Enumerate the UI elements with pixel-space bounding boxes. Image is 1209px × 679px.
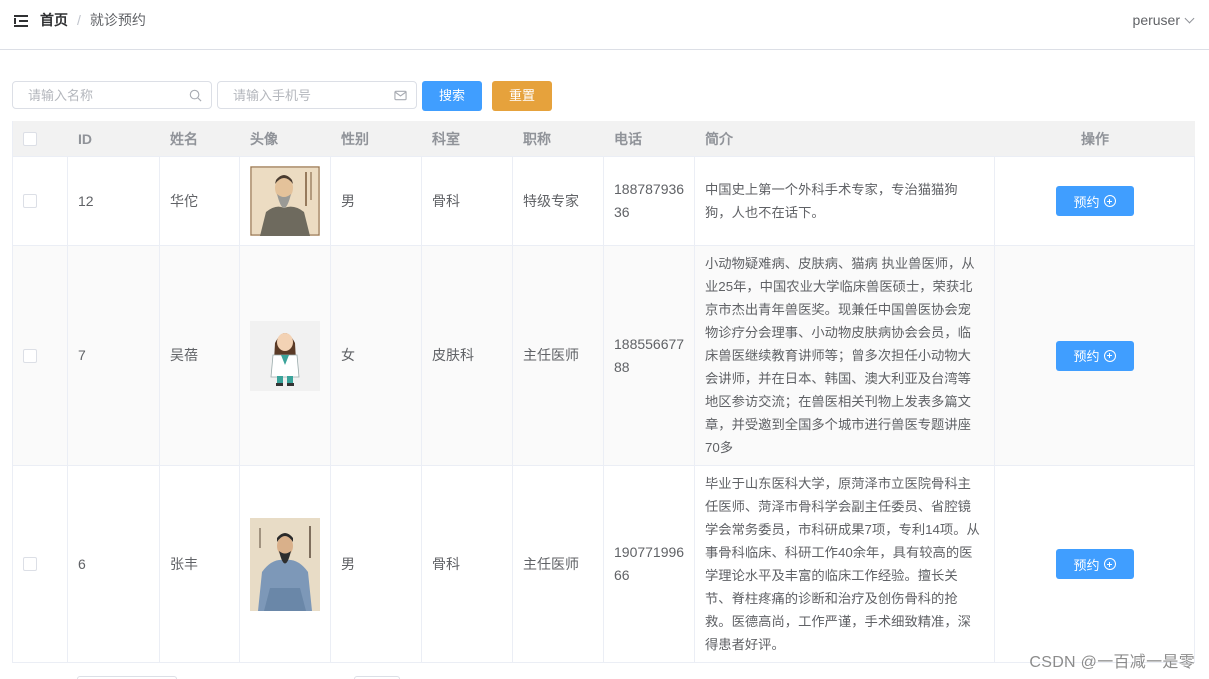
column-header: 性别: [341, 130, 369, 147]
doctor-table: ID 姓名 头像 性别 科室 职称 电话 简介 操作 12 华佗 男 骨科 特级…: [12, 121, 1195, 663]
cell-action: 预约: [995, 157, 1195, 245]
message-icon: [394, 90, 407, 101]
phone-text: 18878793636: [614, 181, 685, 220]
column-header: 操作: [1081, 130, 1109, 147]
search-icon[interactable]: [189, 89, 202, 102]
cell-name: 张丰: [160, 466, 240, 662]
row-checkbox[interactable]: [23, 194, 37, 208]
cell-intro: 小动物疑难病、皮肤病、猫病 执业兽医师，从业25年，中国农业大学临床兽医硕士，荣…: [695, 246, 995, 465]
user-dropdown[interactable]: peruser: [1132, 12, 1195, 28]
avatar: [250, 166, 320, 236]
book-button[interactable]: 预约: [1055, 340, 1134, 371]
cell-intro: 毕业于山东医科大学，原菏泽市立医院骨科主任医师、菏泽市骨科学会副主任委员、省腔镜…: [695, 466, 995, 662]
name-search-input[interactable]: [13, 82, 211, 108]
row-checkbox-cell: [13, 466, 68, 662]
cell-gender: 女: [331, 246, 422, 465]
book-button[interactable]: 预约: [1055, 549, 1134, 579]
cell-department: 骨科: [422, 157, 513, 245]
select-all-checkbox[interactable]: [23, 131, 37, 146]
book-button[interactable]: 预约: [1055, 186, 1134, 216]
menu-toggle-icon[interactable]: [14, 14, 28, 28]
table-row: 12 华佗 男 骨科 特级专家 18878793636 中国史上第一个外科手术专…: [13, 157, 1195, 246]
breadcrumb-separator: /: [77, 12, 81, 28]
header-checkbox-cell: [13, 121, 68, 156]
breadcrumb-current: 就诊预约: [89, 12, 146, 28]
cell-title: 主任医师: [513, 246, 604, 465]
plus-circle-icon: [1103, 195, 1116, 207]
book-button-label: 预约: [1073, 349, 1100, 364]
book-button-label: 预约: [1073, 194, 1100, 210]
cell-title: 主任医师: [513, 466, 604, 662]
cell-phone: 18878793636: [604, 157, 695, 245]
row-checkbox-cell: [13, 157, 68, 245]
plus-circle-icon: [1103, 349, 1116, 362]
cell-name: 吴蓓: [160, 246, 240, 465]
cell-phone: 18855667788: [604, 246, 695, 465]
row-checkbox[interactable]: [23, 557, 37, 571]
avatar: [250, 320, 320, 391]
plus-circle-icon: [1103, 558, 1116, 570]
cell-id: 12: [68, 157, 160, 245]
breadcrumb: 首页 / 就诊预约: [40, 11, 146, 29]
phone-search-field: [217, 81, 417, 109]
avatar: [250, 517, 320, 611]
table-row: 7 吴蓓 女 皮肤科 主任医师 18855667788 小动物疑难病、皮肤病、猫…: [13, 246, 1195, 466]
column-header: 简介: [705, 130, 733, 147]
search-button[interactable]: 搜索: [422, 81, 482, 111]
name-search-field: [12, 81, 212, 109]
intro-text: 中国史上第一个外科手术专家，专治猫猫狗狗，人也不在话下。: [705, 182, 958, 220]
top-navbar: 首页 / 就诊预约 peruser: [0, 0, 1209, 50]
cell-phone: 19077199666: [604, 466, 695, 662]
column-header: 职称: [523, 130, 551, 147]
cell-action: 预约: [995, 466, 1195, 662]
cell-id: 7: [68, 246, 160, 465]
cell-id: 6: [68, 466, 160, 662]
cell-title: 特级专家: [513, 157, 604, 245]
cell-gender: 男: [331, 157, 422, 245]
watermark: CSDN @一百减一是零: [1029, 654, 1195, 671]
breadcrumb-home[interactable]: 首页: [40, 12, 68, 28]
cell-action: 预约: [995, 246, 1195, 465]
column-header: 头像: [250, 130, 278, 147]
row-checkbox[interactable]: [23, 348, 37, 363]
cell-intro: 中国史上第一个外科手术专家，专治猫猫狗狗，人也不在话下。: [695, 157, 995, 245]
cell-gender: 男: [331, 466, 422, 662]
intro-text: 小动物疑难病、皮肤病、猫病 执业兽医师，从业25年，中国农业大学临床兽医硕士，荣…: [705, 256, 975, 455]
cell-department: 皮肤科: [422, 246, 513, 465]
phone-text: 19077199666: [614, 544, 685, 583]
column-header: ID: [78, 130, 92, 147]
table-header: ID 姓名 头像 性别 科室 职称 电话 简介 操作: [13, 121, 1195, 157]
cell-department: 骨科: [422, 466, 513, 662]
chevron-down-icon: [1184, 13, 1195, 23]
column-header: 姓名: [170, 130, 198, 147]
column-header: 电话: [614, 130, 642, 147]
phone-text: 18855667788: [614, 335, 685, 375]
cell-name: 华佗: [160, 157, 240, 245]
cell-avatar: [240, 466, 331, 662]
book-button-label: 预约: [1073, 557, 1100, 573]
row-checkbox-cell: [13, 246, 68, 465]
intro-text: 毕业于山东医科大学，原菏泽市立医院骨科主任医师、菏泽市骨科学会副主任委员、省腔镜…: [705, 476, 980, 652]
cell-avatar: [240, 157, 331, 245]
cell-avatar: [240, 246, 331, 465]
column-header: 科室: [432, 130, 460, 147]
username-label: peruser: [1132, 12, 1180, 28]
reset-button[interactable]: 重置: [492, 81, 552, 111]
phone-search-input[interactable]: [218, 82, 416, 108]
table-row: 6 张丰 男 骨科 主任医师 19077199666 毕业于山东医科大学，原菏泽…: [13, 466, 1195, 663]
